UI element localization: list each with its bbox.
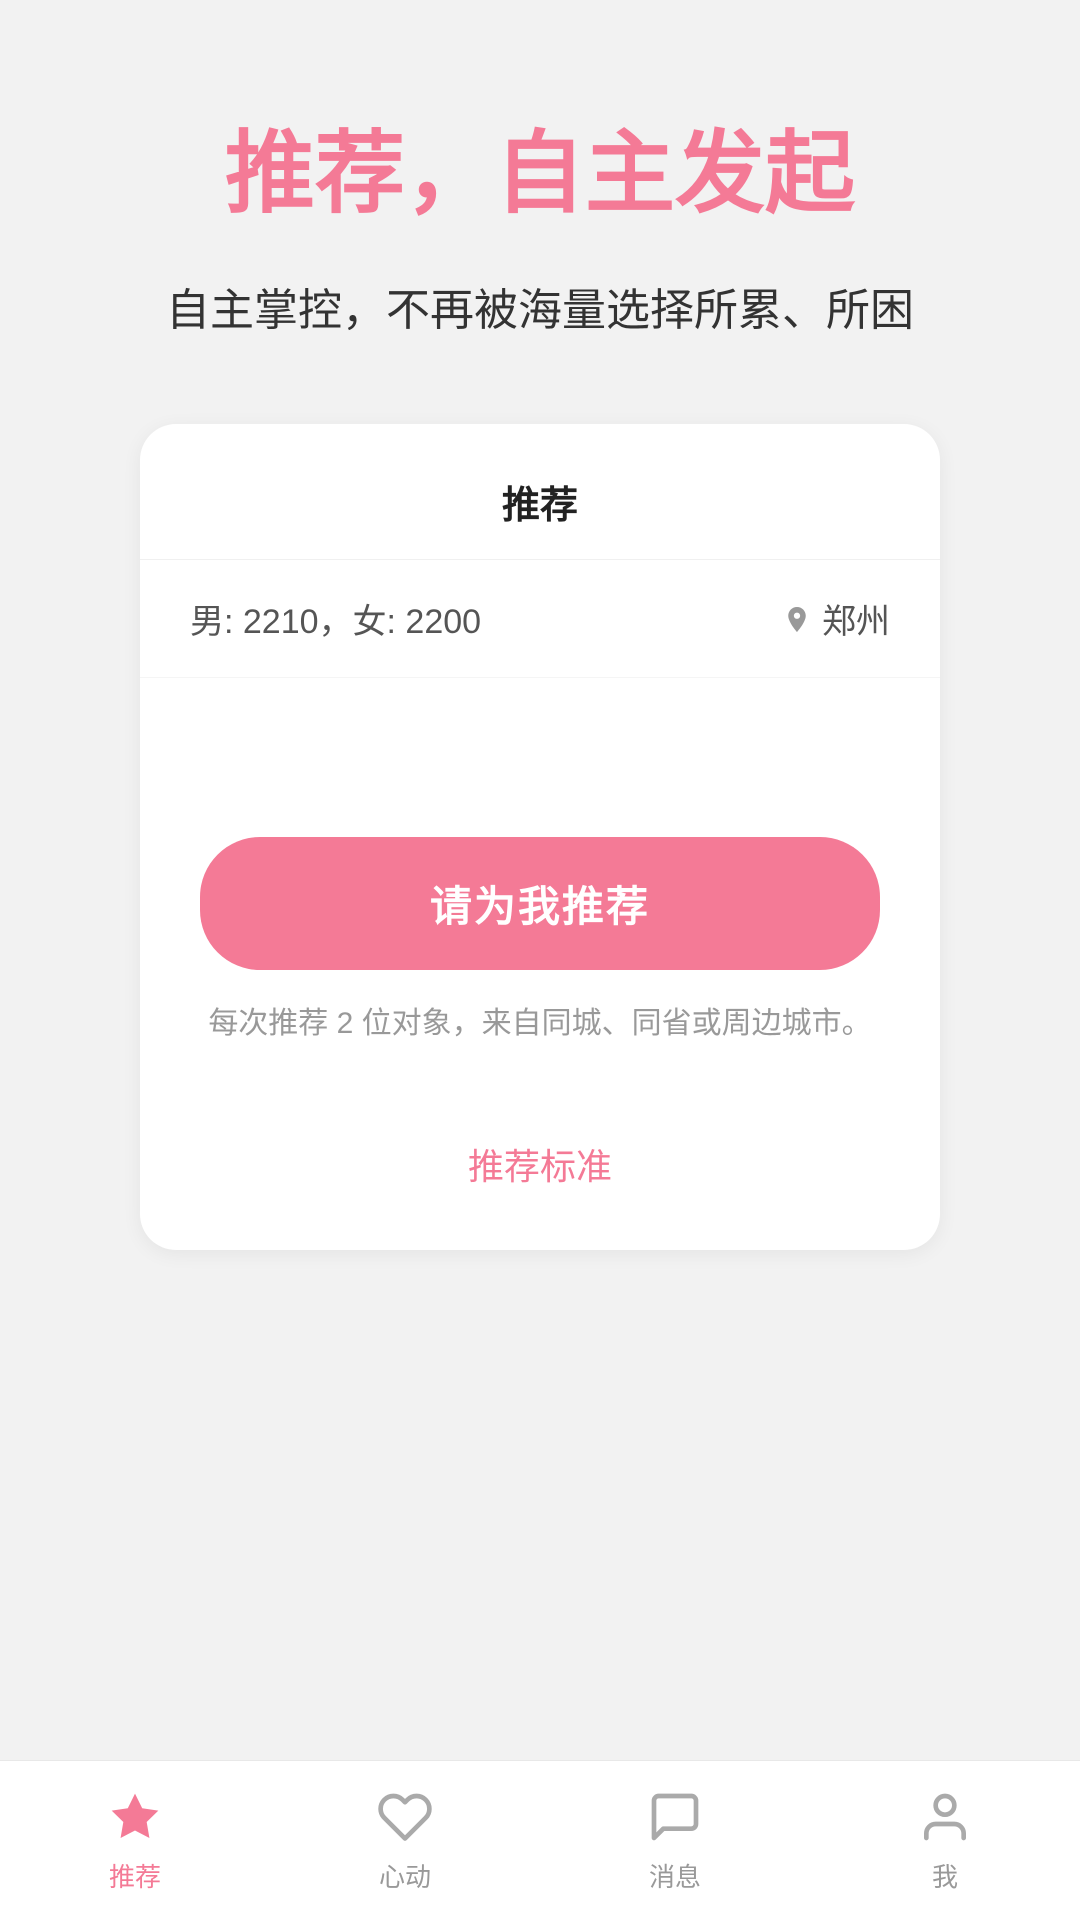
message-icon	[645, 1787, 705, 1847]
location-icon	[782, 604, 812, 634]
nav-item-recommend[interactable]: 推荐	[0, 1787, 270, 1894]
star-icon	[105, 1787, 165, 1847]
nav-item-messages[interactable]: 消息	[540, 1787, 810, 1894]
recommend-button[interactable]: 请为我推荐	[200, 837, 880, 970]
hero-subtitle: 自主掌控，不再被海量选择所累、所困	[166, 278, 914, 344]
card-body: 请为我推荐 每次推荐 2 位对象，来自同城、同省或周边城市。	[140, 678, 940, 1098]
bottom-nav: 推荐 心动 消息 我	[0, 1760, 1080, 1920]
nav-label-like: 心动	[379, 1857, 431, 1894]
nav-label-profile: 我	[932, 1857, 958, 1894]
recommend-standard-link[interactable]: 推荐标准	[468, 1138, 612, 1190]
stats-location: 郑州	[782, 594, 890, 643]
nav-label-recommend: 推荐	[109, 1857, 161, 1894]
main-content: 推荐，自主发起 自主掌控，不再被海量选择所累、所困 推荐 男: 2210，女: …	[0, 0, 1080, 1760]
hero-title: 推荐，自主发起	[225, 120, 855, 228]
card-header: 推荐	[140, 424, 940, 560]
card-stats: 男: 2210，女: 2200 郑州	[140, 560, 940, 678]
nav-item-like[interactable]: 心动	[270, 1787, 540, 1894]
profile-icon	[915, 1787, 975, 1847]
nav-item-profile[interactable]: 我	[810, 1787, 1080, 1894]
nav-label-messages: 消息	[649, 1857, 701, 1894]
stats-city: 郑州	[822, 594, 890, 643]
heart-icon	[375, 1787, 435, 1847]
card-footer: 推荐标准	[140, 1098, 940, 1250]
recommend-card: 推荐 男: 2210，女: 2200 郑州 请为我推荐 每次推荐 2 位对象，来…	[140, 424, 940, 1250]
stats-gender-count: 男: 2210，女: 2200	[190, 594, 481, 643]
recommend-hint: 每次推荐 2 位对象，来自同城、同省或周边城市。	[208, 1000, 871, 1048]
